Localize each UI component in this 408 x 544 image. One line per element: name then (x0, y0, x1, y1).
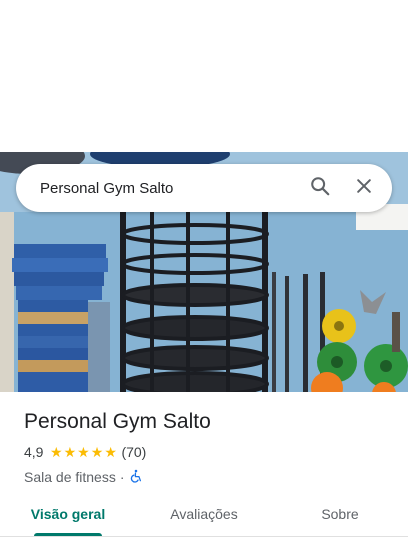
map-area-blank (0, 0, 408, 152)
tab-overview[interactable]: Visão geral (0, 494, 136, 536)
star-icon: ★ (63, 444, 77, 460)
rating-row[interactable]: 4,9 ★ ★ ★ ★ ★ (70) (24, 442, 394, 462)
category-label: Sala de fitness (24, 469, 116, 485)
place-info: Personal Gym Salto 4,9 ★ ★ ★ ★ ★ (70) Sa… (24, 408, 394, 487)
search-input[interactable]: Personal Gym Salto (16, 180, 298, 197)
tabs-divider (0, 536, 408, 537)
tab-about[interactable]: Sobre (272, 494, 408, 536)
review-count[interactable]: (70) (121, 444, 146, 460)
place-tabs: Visão geral Avaliações Sobre (0, 494, 408, 536)
star-icon: ★ (49, 444, 63, 460)
close-icon (354, 176, 374, 201)
star-icon: ★ (77, 444, 90, 460)
search-button[interactable] (298, 164, 342, 212)
search-icon (309, 175, 331, 202)
tab-label: Visão geral (30, 506, 106, 522)
star-icon: ★ (90, 444, 104, 460)
rating-value: 4,9 (24, 444, 44, 460)
tab-reviews[interactable]: Avaliações (136, 494, 272, 536)
star-rating: ★ ★ ★ ★ ★ (49, 445, 117, 459)
close-button[interactable] (342, 164, 386, 212)
place-title: Personal Gym Salto (24, 410, 211, 433)
tab-label: Sobre (321, 506, 359, 522)
separator-dot: · (119, 469, 125, 485)
star-icon: ★ (104, 444, 117, 460)
category-row: Sala de fitness · (24, 467, 394, 487)
wheelchair-icon[interactable] (129, 469, 143, 486)
search-bar[interactable]: Personal Gym Salto (16, 164, 392, 212)
tab-label: Avaliações (170, 506, 238, 522)
